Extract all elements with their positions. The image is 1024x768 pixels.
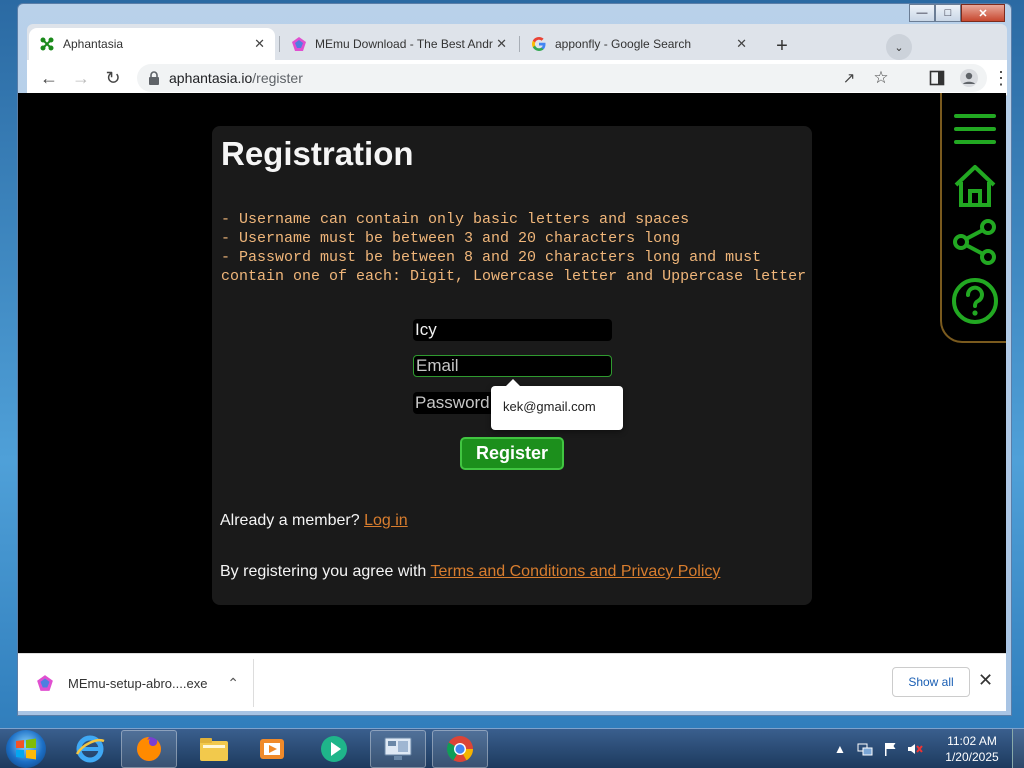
windows-logo-icon [16,738,36,760]
tab-separator [519,36,520,52]
download-filename: MEmu-setup-abro....exe [68,675,208,691]
web-page: Registration - Username can contain only… [18,93,1006,653]
tab-aphantasia[interactable]: Aphantasia ✕ [29,28,275,60]
login-link[interactable]: Log in [364,512,408,529]
register-button[interactable]: Register [460,437,564,470]
start-button[interactable] [6,730,46,768]
close-download-bar-icon[interactable]: ✕ [978,670,993,691]
volume-muted-icon[interactable] [907,741,923,757]
action-center-flag-icon[interactable] [882,741,898,757]
terms-link[interactable]: Terms and Conditions and Privacy Policy [430,563,720,580]
maximize-button[interactable]: □ [935,4,961,22]
rule-line: - Username must be between 3 and 20 char… [221,230,681,247]
bookmark-star-icon[interactable]: ☆ [869,66,893,90]
clock[interactable]: 11:02 AM 1/20/2025 [932,733,1012,765]
forward-button[interactable]: → [69,66,93,90]
rule-line: - Username can contain only basic letter… [221,211,690,228]
back-button[interactable]: ← [37,66,61,90]
url-text: aphantasia.io/register [169,70,303,86]
taskbar: ▲ 11:02 AM 1/20/2025 [0,728,1024,768]
chevron-up-icon[interactable]: ⌃ [227,675,239,692]
file-explorer-icon[interactable] [186,730,242,768]
internet-explorer-icon[interactable] [62,730,118,768]
tab-separator [279,36,280,52]
close-tab-icon[interactable]: ✕ [736,36,747,52]
download-bar: MEmu-setup-abro....exe ⌃ Show all ✕ [18,653,1006,711]
share-icon[interactable]: ↗ [837,66,861,90]
system-tray: ▲ 11:02 AM 1/20/2025 [832,729,1024,768]
close-tab-icon[interactable]: ✕ [496,36,507,52]
page-title: Registration [221,135,414,172]
url-path: /register [252,70,303,86]
memu-icon [291,36,307,52]
autofill-dropdown[interactable]: kek@gmail.com [491,379,623,430]
memu-icon [37,675,53,691]
chrome-icon[interactable] [432,730,488,768]
username-input[interactable] [413,319,612,341]
home-icon[interactable] [950,161,1000,211]
already-member-text: Already a member? [220,512,360,529]
email-input[interactable] [413,355,612,377]
network-icon[interactable] [857,741,873,757]
autofill-suggestion[interactable]: kek@gmail.com [503,399,596,414]
reload-button[interactable]: ↻ [101,66,125,90]
media-player-icon[interactable] [244,730,300,768]
login-prompt: Already a member? Log in [220,512,408,530]
lock-icon[interactable] [147,70,161,86]
minimize-button[interactable]: — [909,4,935,22]
registration-rules: - Username can contain only basic letter… [221,210,806,286]
close-tab-icon[interactable]: ✕ [254,36,265,52]
show-all-button[interactable]: Show all [892,667,970,697]
tab-label: apponfly - Google Search [555,37,692,51]
google-icon [531,36,547,52]
address-bar[interactable]: aphantasia.io/register ↗ ☆ [137,64,987,92]
remote-desktop-icon[interactable] [370,730,426,768]
tab-google-search[interactable]: apponfly - Google Search ✕ [521,28,757,60]
hamburger-menu-icon[interactable] [950,109,1000,149]
media-center-icon[interactable] [306,730,362,768]
side-navigation [940,93,1006,343]
tab-memu[interactable]: MEmu Download - The Best Andr ✕ [281,28,517,60]
window-controls: — □ ✕ [909,4,1005,22]
agree-text: By registering you agree with [220,563,427,580]
registration-card: Registration - Username can contain only… [212,126,812,605]
close-window-button[interactable]: ✕ [961,4,1005,22]
tab-search-button[interactable]: ⌄ [886,34,912,60]
tab-strip: Aphantasia ✕ MEmu Download - The Best An… [27,24,1007,60]
url-host: aphantasia.io [169,70,253,86]
show-hidden-icons-icon[interactable]: ▲ [832,741,848,757]
clock-date: 1/20/2025 [945,750,999,764]
help-question-icon[interactable] [950,275,1000,327]
firefox-icon[interactable] [121,730,177,768]
menu-kebab-icon[interactable]: ⋮ [989,66,1013,90]
tab-label: MEmu Download - The Best Andr [315,37,493,51]
share-network-icon[interactable] [950,217,1000,267]
tab-label: Aphantasia [63,37,124,51]
download-item[interactable]: MEmu-setup-abro....exe ⌃ [18,659,254,707]
clock-time: 11:02 AM [947,734,997,748]
profile-avatar-icon[interactable] [957,66,981,90]
browser-toolbar: ← → ↻ aphantasia.io/register ↗ ☆ ⋮ [27,60,1010,96]
new-tab-button[interactable]: + [770,34,794,58]
terms-notice: By registering you agree with Terms and … [220,563,720,581]
side-panel-icon[interactable] [925,66,949,90]
rule-line: contain one of each: Digit, Lowercase le… [221,268,807,285]
rule-line: - Password must be between 8 and 20 char… [221,249,762,266]
aphantasia-icon [39,36,55,52]
show-desktop-button[interactable] [1012,729,1024,768]
